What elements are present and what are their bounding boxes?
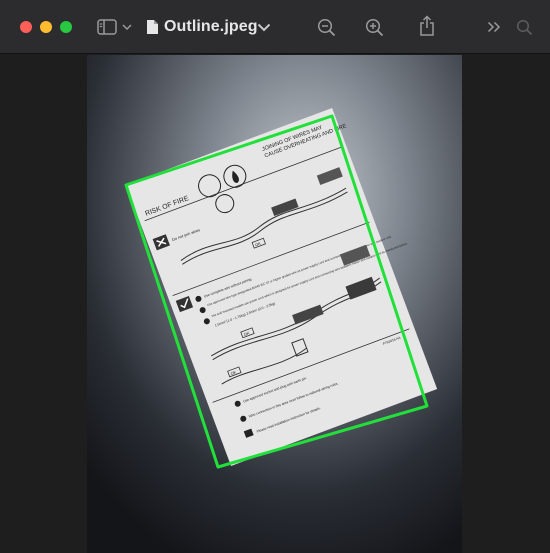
document-icon xyxy=(145,16,159,38)
image-canvas: JOINING OF WIRES MAY CAUSE OVERHEATING A… xyxy=(0,55,550,553)
photo: JOINING OF WIRES MAY CAUSE OVERHEATING A… xyxy=(87,55,462,553)
minimize-window-button[interactable] xyxy=(40,21,52,33)
zoom-window-button[interactable] xyxy=(60,21,72,33)
title-chevron-down-icon[interactable] xyxy=(256,16,272,38)
zoom-in-icon[interactable] xyxy=(364,16,384,38)
chevron-down-icon[interactable] xyxy=(121,16,133,38)
zoom-out-icon[interactable] xyxy=(316,16,336,38)
sidebar-icon[interactable] xyxy=(96,16,118,38)
more-icon[interactable] xyxy=(486,16,502,38)
title-bar: Outline.jpeg xyxy=(0,0,550,54)
close-window-button[interactable] xyxy=(20,21,32,33)
share-icon[interactable] xyxy=(418,14,436,38)
window-title: Outline.jpeg xyxy=(164,18,258,35)
search-icon[interactable] xyxy=(515,16,533,38)
